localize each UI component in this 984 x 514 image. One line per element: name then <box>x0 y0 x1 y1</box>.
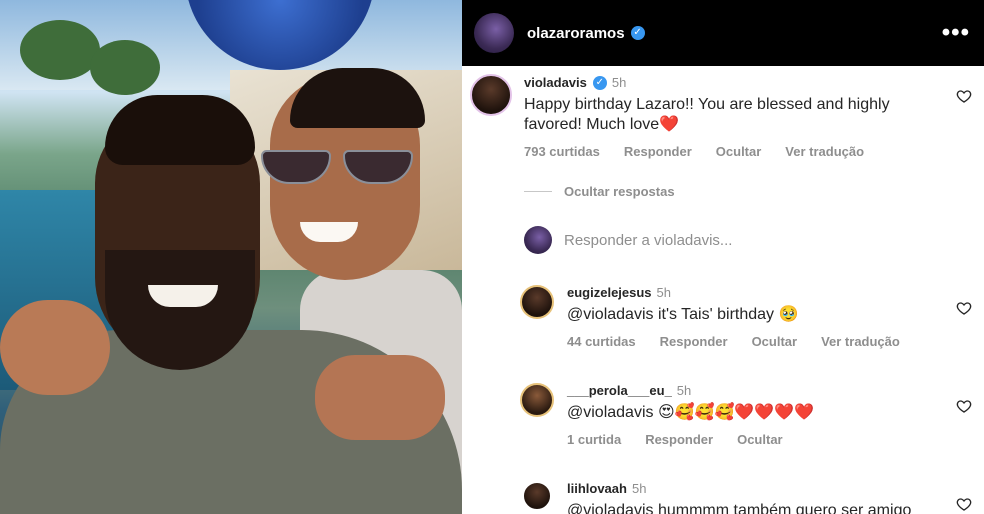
avatar[interactable] <box>520 383 554 417</box>
comment-username[interactable]: violadavis <box>524 75 587 90</box>
likes-count[interactable]: 44 curtidas <box>567 334 636 349</box>
hide-button[interactable]: Ocultar <box>716 144 762 159</box>
reply-input[interactable]: Responder a violadavis... <box>564 232 732 249</box>
post-author-username[interactable]: olazaroramos <box>527 25 625 42</box>
comment-text: Happy birthday Lazaro!! You are blessed … <box>524 95 944 135</box>
palm-tree <box>20 20 100 80</box>
avatar[interactable] <box>522 481 552 511</box>
heart-icon[interactable] <box>956 496 972 512</box>
avatar <box>524 226 552 254</box>
heart-emoji: ❤️ <box>659 116 680 133</box>
heart-icon[interactable] <box>956 398 972 414</box>
arm <box>0 300 110 395</box>
comment-actions: 793 curtidas Responder Ocultar Ver tradu… <box>524 144 944 159</box>
comment-time: 5h <box>611 75 627 90</box>
verified-badge-icon: ✓ <box>592 75 607 90</box>
more-horizontal-icon[interactable]: ••• <box>942 21 970 45</box>
reply-button[interactable]: Responder <box>645 432 713 447</box>
comment-time: 5h <box>676 383 692 398</box>
comment-time: 5h <box>656 285 672 300</box>
comment-username[interactable]: ___perola___eu_ <box>567 383 672 398</box>
sunglasses <box>255 150 420 186</box>
comment-username[interactable]: eugizelejesus <box>567 285 652 300</box>
comment-text: @violadavis hummmm também quero ser amig… <box>567 502 912 514</box>
hide-replies-toggle[interactable]: Ocultar respostas <box>524 184 675 199</box>
heart-icon[interactable] <box>956 300 972 316</box>
comment-text: @violadavis it's Tais' birthday 🥹 <box>567 306 799 323</box>
reply-button[interactable]: Responder <box>660 334 728 349</box>
hide-button[interactable]: Ocultar <box>752 334 798 349</box>
avatar[interactable] <box>470 74 512 116</box>
reply-input-row[interactable]: Responder a violadavis... <box>524 226 732 254</box>
comment-body: liihlovaah 5h @violadavis hummmm também q… <box>567 480 947 514</box>
hide-replies-label: Ocultar respostas <box>564 184 675 199</box>
comment-body: violadavis ✓ 5h Happy birthday Lazaro!! Yo… <box>524 74 944 159</box>
verified-badge-icon: ✓ <box>630 26 645 40</box>
reply-button[interactable]: Responder <box>624 144 692 159</box>
likes-count[interactable]: 793 curtidas <box>524 144 600 159</box>
comment-username[interactable]: liihlovaah <box>567 481 627 496</box>
heart-icon[interactable] <box>956 88 972 104</box>
instagram-comments-panel: olazaroramos ✓ ••• violadavis ✓ 5h Happy b… <box>462 0 984 514</box>
man-smile <box>148 285 218 307</box>
divider <box>524 191 552 192</box>
avatar[interactable] <box>520 285 554 319</box>
palm-tree <box>90 40 160 95</box>
comment-body: ___perola___eu_ 5h @violadavis 😍🥰🥰🥰❤️❤️❤️… <box>567 382 947 447</box>
man-hair <box>105 95 255 165</box>
comment-text-content: Happy birthday Lazaro!! You are blessed … <box>524 96 890 133</box>
translate-button[interactable]: Ver tradução <box>821 334 900 349</box>
comment-text: @violadavis 😍🥰🥰🥰❤️❤️❤️❤️ <box>567 404 815 421</box>
comment-body: eugizelejesus 5h @violadavis it's Tais' b… <box>567 284 947 349</box>
hide-button[interactable]: Ocultar <box>737 432 783 447</box>
likes-count[interactable]: 1 curtida <box>567 432 621 447</box>
avatar[interactable] <box>474 13 514 53</box>
comment-actions: 44 curtidas Responder Ocultar Ver traduç… <box>567 334 947 349</box>
hand <box>315 355 445 440</box>
comment-actions: 1 curtida Responder Ocultar <box>567 432 947 447</box>
comment-time: 5h <box>631 481 647 496</box>
post-header: olazaroramos ✓ ••• <box>462 0 984 66</box>
couple-selfie-photo <box>0 0 462 514</box>
translate-button[interactable]: Ver tradução <box>785 144 864 159</box>
